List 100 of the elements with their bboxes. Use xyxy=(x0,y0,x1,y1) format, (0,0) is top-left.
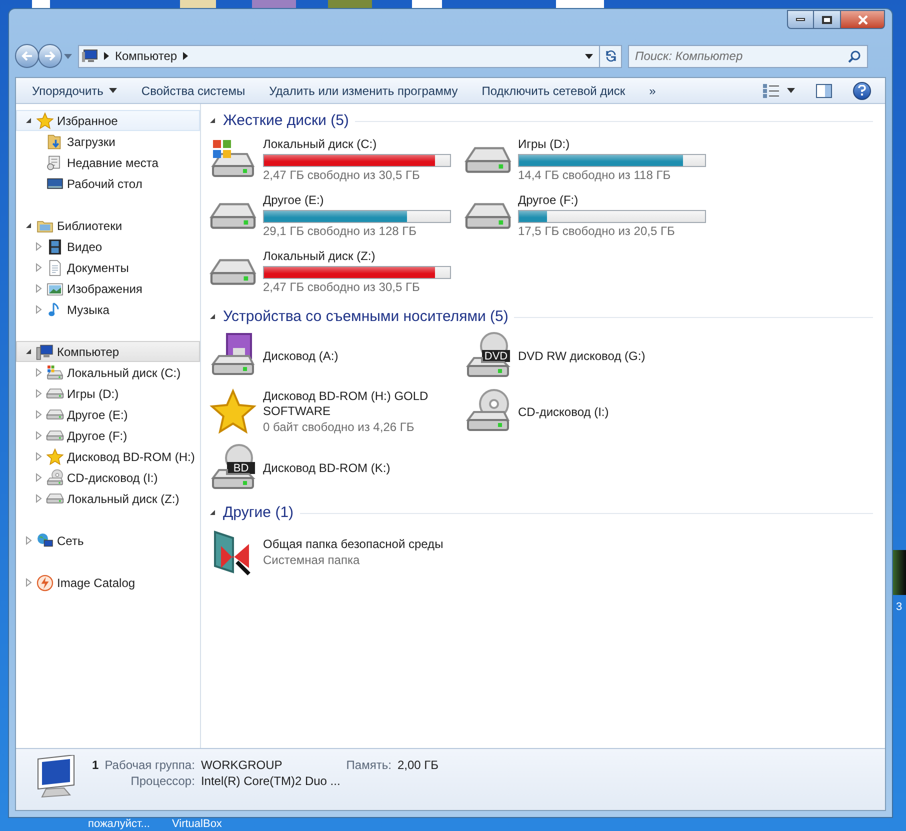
expand-arrow-icon[interactable] xyxy=(34,431,43,440)
nav-item[interactable]: Другое (E:) xyxy=(16,404,200,425)
hard-drive-icon xyxy=(464,202,512,230)
drive-free-space: Системная папка xyxy=(263,552,361,568)
breadcrumb-item[interactable]: Компьютер xyxy=(115,47,178,65)
close-button[interactable] xyxy=(840,10,885,29)
nav-item[interactable]: Недавние места xyxy=(16,152,200,173)
expand-arrow-icon[interactable] xyxy=(34,410,43,419)
drive-tile[interactable]: Другое (F:) 17,5 ГБ свободно из 20,5 ГБ xyxy=(464,192,719,240)
nav-item[interactable]: Локальный диск (C:) xyxy=(16,362,200,383)
collapse-arrow-icon[interactable] xyxy=(24,347,33,356)
expand-arrow-icon[interactable] xyxy=(34,263,43,272)
nav-item[interactable]: Музыка xyxy=(16,299,200,320)
nav-group-header[interactable]: Избранное xyxy=(16,110,200,131)
expand-arrow-icon[interactable] xyxy=(24,536,33,545)
field-label: Рабочая группа: xyxy=(104,757,195,773)
drive-name: Игры (D:) xyxy=(518,137,571,152)
drive-tile[interactable]: CD-дисковод (I:) xyxy=(464,388,719,436)
desktop-icon-label: VirtualBox xyxy=(172,817,222,831)
maximize-button[interactable] xyxy=(814,10,840,29)
view-list-icon xyxy=(763,84,779,98)
disc-type-label: DVD xyxy=(484,350,508,363)
expand-arrow-icon[interactable] xyxy=(34,242,43,251)
toolbar-button[interactable]: » xyxy=(641,80,664,102)
expand-arrow-icon[interactable] xyxy=(34,473,43,482)
drive-tile[interactable]: Локальный диск (C:) 2,47 ГБ свободно из 30,5 ГБ xyxy=(209,136,464,184)
toolbar-button[interactable]: Подключить сетевой диск xyxy=(474,80,634,102)
drive-tile[interactable]: Локальный диск (Z:) 2,47 ГБ свободно из 30,5 ГБ xyxy=(209,248,464,296)
drive-name: Дисковод BD-ROM (K:) xyxy=(263,460,392,476)
expand-arrow-icon[interactable] xyxy=(24,578,33,587)
collapse-arrow-icon[interactable] xyxy=(24,221,33,230)
breadcrumb-arrow-icon xyxy=(104,52,109,60)
toolbar-button[interactable]: Упорядочить xyxy=(24,80,126,102)
drive-tile[interactable]: DVD DVD RW дисковод (G:) xyxy=(464,332,719,380)
nav-item[interactable]: CD-дисковод (I:) xyxy=(16,467,200,488)
computer-name: 1 xyxy=(92,757,99,773)
back-button[interactable] xyxy=(15,44,39,68)
dropdown-icon[interactable] xyxy=(585,54,593,58)
field-value: WORKGROUP xyxy=(200,757,284,773)
search-field[interactable]: Поиск: Компьютер xyxy=(628,44,868,68)
arrow-right-icon xyxy=(44,51,56,61)
nav-item[interactable]: Документы xyxy=(16,257,200,278)
help-button[interactable] xyxy=(853,82,871,100)
drive-name: Локальный диск (C:) xyxy=(263,137,378,152)
group-heading[interactable]: Устройства со съемными носителями (5) xyxy=(223,306,508,328)
expand-arrow-icon[interactable] xyxy=(34,389,43,398)
collapse-arrow-icon[interactable] xyxy=(209,313,217,321)
drive-name: Дисковод BD-ROM (H:) GOLD SOFTWARE xyxy=(263,389,430,419)
collapse-arrow-icon[interactable] xyxy=(209,509,217,517)
expand-arrow-icon[interactable] xyxy=(34,368,43,377)
group-heading[interactable]: Другие (1) xyxy=(223,502,294,524)
nav-group-header[interactable]: Библиотеки xyxy=(16,215,200,236)
nav-group-header[interactable]: Image Catalog xyxy=(16,572,200,593)
expand-arrow-icon[interactable] xyxy=(34,305,43,314)
drive-tile[interactable]: Общая папка безопасной среды Системная папка xyxy=(209,528,464,576)
hard-drive-icon xyxy=(46,493,64,504)
history-dropdown-icon[interactable] xyxy=(64,54,72,58)
computer-icon xyxy=(82,49,98,63)
nav-item[interactable]: Игры (D:) xyxy=(16,383,200,404)
collapse-arrow-icon[interactable] xyxy=(209,117,217,125)
collapse-arrow-icon[interactable] xyxy=(24,116,33,125)
toolbar-button[interactable]: Свойства системы xyxy=(133,80,254,102)
expand-arrow-icon[interactable] xyxy=(34,494,43,503)
nav-item[interactable]: Локальный диск (Z:) xyxy=(16,488,200,509)
drive-name: Другое (F:) xyxy=(518,193,580,208)
nav-item[interactable]: Дисковод BD-ROM (H:) xyxy=(16,446,200,467)
nav-item[interactable]: Изображения xyxy=(16,278,200,299)
hard-drive-icon xyxy=(209,258,257,286)
drive-tile[interactable]: Дисковод (A:) xyxy=(209,332,464,380)
computer-icon xyxy=(36,342,54,360)
nav-item[interactable]: Загрузки xyxy=(16,131,200,152)
help-icon xyxy=(858,85,866,96)
drive-tile[interactable]: Дисковод BD-ROM (H:) GOLD SOFTWARE 0 байт свободно из 4,26 ГБ xyxy=(209,388,464,436)
arrow-left-icon xyxy=(21,51,33,61)
drive-tile[interactable]: Другое (E:) 29,1 ГБ свободно из 128 ГБ xyxy=(209,192,464,240)
forward-button[interactable] xyxy=(38,44,62,68)
disc-type-label: BD xyxy=(233,462,249,475)
preview-pane-icon xyxy=(816,84,832,98)
toolbar-button[interactable]: Удалить или изменить программу xyxy=(261,80,466,102)
field-label: Процессор: xyxy=(130,773,195,789)
minimize-button[interactable] xyxy=(787,10,814,29)
expand-arrow-icon[interactable] xyxy=(34,284,43,293)
group-heading[interactable]: Жесткие диски (5) xyxy=(223,110,349,132)
drive-name: CD-дисковод (I:) xyxy=(518,404,610,420)
nav-group-header[interactable]: Компьютер xyxy=(16,341,200,362)
expand-arrow-icon[interactable] xyxy=(34,452,43,461)
desktop-icon-label: пожалуйст... xyxy=(88,817,150,831)
nav-item[interactable]: Видео xyxy=(16,236,200,257)
nav-item[interactable]: Рабочий стол xyxy=(16,173,200,194)
drive-tile[interactable]: BD Дисковод BD-ROM (K:) xyxy=(209,444,464,492)
star-icon xyxy=(36,112,54,130)
nav-item[interactable]: Другое (F:) xyxy=(16,425,200,446)
hard-drive-icon xyxy=(46,430,64,441)
desktop-icon[interactable] xyxy=(893,550,906,595)
address-field[interactable]: Компьютер xyxy=(78,44,622,68)
close-icon xyxy=(858,14,868,24)
hard-drive-icon xyxy=(46,388,64,399)
dropdown-icon xyxy=(109,88,118,93)
drive-tile[interactable]: Игры (D:) 14,4 ГБ свободно из 118 ГБ xyxy=(464,136,719,184)
nav-group-header[interactable]: Сеть xyxy=(16,530,200,551)
